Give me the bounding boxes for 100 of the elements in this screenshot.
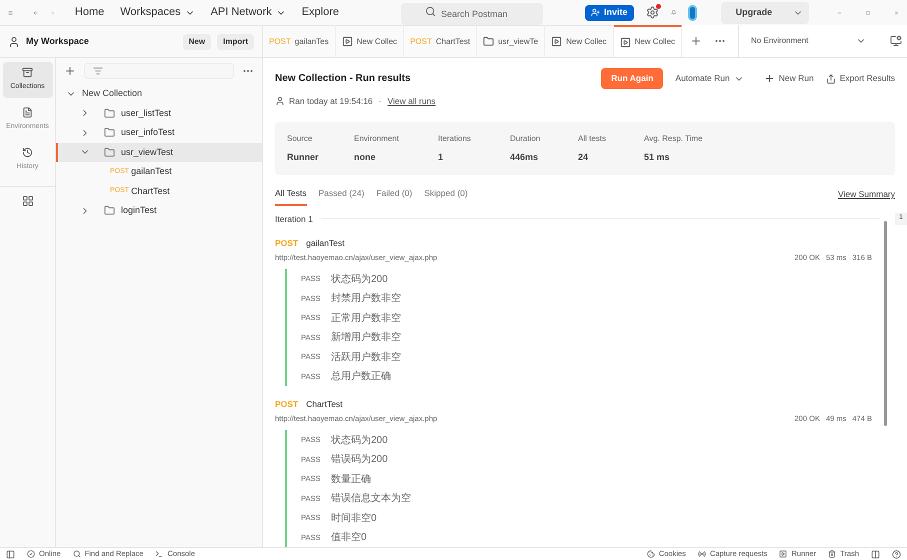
filter-tab[interactable]: Skipped (0) bbox=[424, 186, 468, 206]
editor-tab[interactable]: usr_viewTe bbox=[477, 25, 546, 57]
check-circle-icon bbox=[27, 550, 35, 558]
tree-item-label: ChartTest bbox=[131, 184, 170, 198]
separator-dot: · bbox=[378, 95, 382, 108]
request-name: gailanTest bbox=[306, 237, 344, 250]
nav-link[interactable]: Workspaces bbox=[120, 4, 195, 21]
test-name: 错误信息文本为空 bbox=[331, 492, 411, 506]
stat-label: Environment bbox=[354, 132, 400, 144]
layout-icon[interactable] bbox=[871, 550, 880, 558]
plus-icon[interactable] bbox=[690, 35, 702, 47]
test-name: 封禁用户数非空 bbox=[331, 292, 401, 306]
editor-tab[interactable]: POST gailanTes bbox=[263, 25, 336, 57]
stat-label: Iterations bbox=[438, 132, 472, 144]
tree-item-label: gailanTest bbox=[131, 165, 172, 178]
trash-icon bbox=[828, 550, 836, 558]
folder-icon bbox=[104, 205, 115, 216]
search-field[interactable]: Search Postman bbox=[401, 2, 544, 24]
environment-settings-icon[interactable] bbox=[890, 35, 902, 47]
tree-item-label: user_infoTest bbox=[121, 126, 175, 139]
terminal-icon bbox=[155, 550, 164, 558]
search-icon bbox=[72, 550, 81, 558]
tree-item[interactable]: New Collection bbox=[56, 84, 262, 104]
folder-icon bbox=[483, 36, 494, 47]
editor-tab[interactable]: POST ChartTest bbox=[404, 25, 478, 57]
stat-value: none bbox=[354, 150, 376, 164]
test-name: 活跃用户数非空 bbox=[331, 350, 401, 364]
nav-link[interactable]: Home bbox=[74, 4, 104, 21]
view-summary-link[interactable]: View Summary bbox=[838, 188, 895, 204]
play-square-icon bbox=[779, 550, 788, 558]
filter-field[interactable] bbox=[84, 63, 234, 79]
export-icon bbox=[826, 74, 836, 84]
method-label: POST bbox=[275, 237, 298, 250]
method-label: POST bbox=[269, 36, 291, 48]
folder-icon bbox=[104, 108, 115, 119]
runner-icon bbox=[620, 36, 631, 48]
nav-link[interactable]: Explore bbox=[302, 4, 340, 21]
stat-label: All tests bbox=[578, 132, 608, 144]
test-name: 状态码为200 bbox=[331, 272, 388, 286]
tree-item[interactable]: usr_viewTest bbox=[56, 142, 262, 162]
tree-item[interactable]: user_infoTest bbox=[56, 123, 262, 142]
grid-plus-icon[interactable] bbox=[22, 195, 34, 207]
archive-box-icon bbox=[22, 67, 33, 78]
stat-value: 446ms bbox=[510, 150, 540, 164]
test-name: 错误码为200 bbox=[331, 452, 388, 467]
new-run-button[interactable]: New Run bbox=[764, 72, 814, 85]
plus-icon bbox=[764, 73, 775, 84]
upgrade-button[interactable]: Upgrade bbox=[720, 2, 787, 24]
stat-label: Duration bbox=[510, 132, 542, 144]
tree-item-label: loginTest bbox=[121, 204, 157, 217]
export-results-button[interactable]: Export Results bbox=[826, 72, 895, 85]
history-icon bbox=[22, 147, 33, 158]
sidebar-toggle-icon[interactable] bbox=[6, 550, 15, 558]
help-icon[interactable] bbox=[892, 550, 901, 558]
tree-item[interactable]: loginTest bbox=[56, 201, 262, 220]
stat-value: 51 ms bbox=[644, 150, 671, 164]
stat-label: Source bbox=[287, 132, 314, 144]
environment-select[interactable]: No Environment bbox=[738, 25, 878, 57]
avatar-icon[interactable] bbox=[688, 4, 697, 20]
test-name: 总用户数正确 bbox=[331, 370, 391, 384]
test-name: 新增用户数非空 bbox=[331, 330, 401, 345]
folder-icon bbox=[104, 146, 115, 158]
editor-tab[interactable]: New Collec bbox=[336, 25, 404, 57]
workspace-button[interactable]: Import bbox=[217, 34, 254, 50]
run-time: Ran today at 19:54:16 bbox=[289, 95, 373, 108]
settings-icon[interactable] bbox=[646, 6, 659, 19]
user-icon bbox=[275, 96, 285, 106]
stat-value: 24 bbox=[578, 150, 590, 164]
test-name: 数量正确 bbox=[331, 472, 371, 486]
test-name: 时间非空0 bbox=[331, 512, 377, 526]
filter-icon bbox=[93, 66, 103, 76]
editor-tab[interactable]: New Collec bbox=[614, 25, 682, 57]
tree-item[interactable]: user_listTest bbox=[56, 104, 262, 123]
view-all-runs-link[interactable]: View all runs bbox=[388, 95, 436, 108]
stat-value: Runner bbox=[287, 150, 320, 164]
method-label: POST bbox=[410, 36, 432, 48]
filter-tab[interactable]: Failed (0) bbox=[376, 186, 412, 206]
broadcast-icon bbox=[698, 550, 706, 558]
stat-value: 1 bbox=[438, 150, 444, 164]
user-plus-icon bbox=[591, 8, 600, 17]
run-title: New Collection - Run results bbox=[275, 72, 412, 86]
runner-icon bbox=[551, 36, 562, 47]
filter-tab[interactable]: Passed (24) bbox=[318, 186, 364, 206]
folder-icon bbox=[104, 127, 115, 138]
user-icon bbox=[8, 36, 20, 48]
runner-icon bbox=[342, 36, 353, 47]
nav-link[interactable]: API Network bbox=[210, 4, 286, 21]
plus-icon[interactable] bbox=[64, 65, 76, 77]
tree-item-label: user_listTest bbox=[121, 106, 172, 120]
filter-tab[interactable]: All Tests bbox=[275, 186, 306, 206]
automate-run-button[interactable]: Automate Run bbox=[675, 72, 744, 85]
iteration-label: Iteration 1 bbox=[275, 212, 313, 226]
document-icon bbox=[22, 107, 33, 118]
method-label: POST bbox=[275, 398, 298, 411]
workspace-button[interactable]: New bbox=[182, 34, 212, 50]
invite-button[interactable]: Invite bbox=[585, 4, 634, 20]
test-name: 状态码为200 bbox=[331, 434, 388, 448]
tree-item-label: usr_viewTest bbox=[121, 146, 174, 159]
editor-tab[interactable]: New Collec bbox=[545, 25, 614, 57]
cookie-icon bbox=[646, 550, 655, 558]
